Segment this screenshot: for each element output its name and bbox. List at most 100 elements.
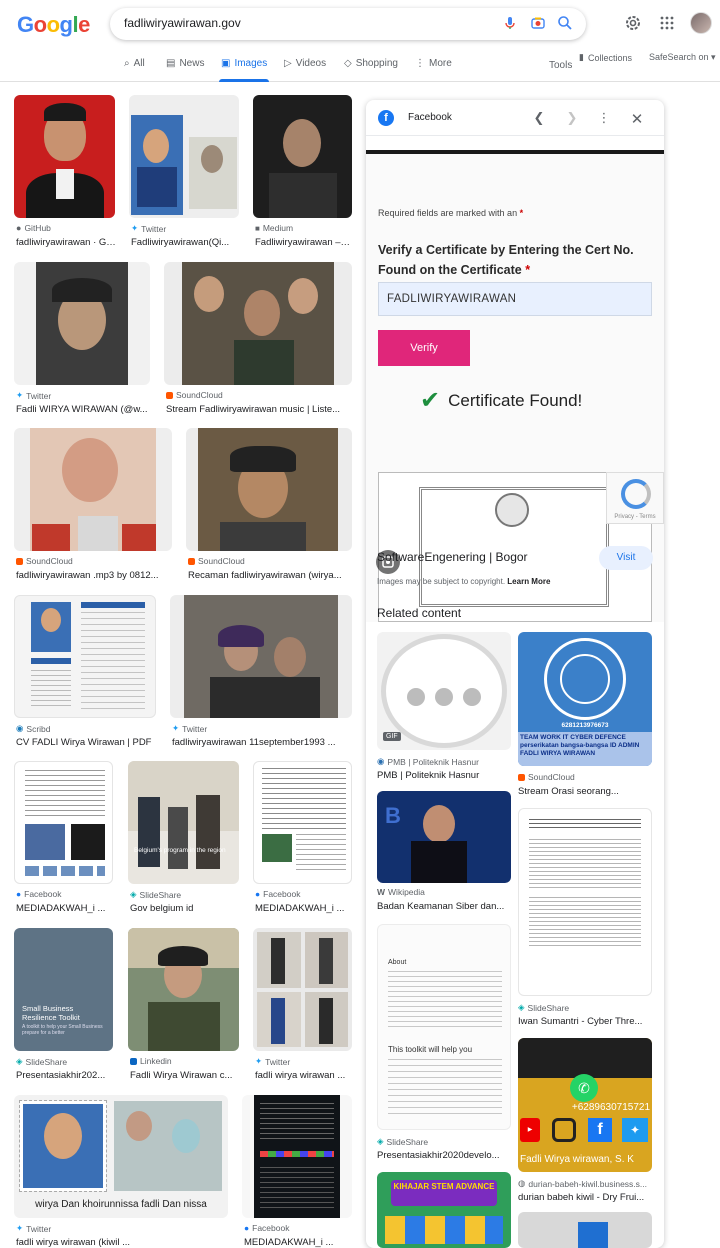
- result-thumbnail[interactable]: [170, 595, 352, 718]
- image-result[interactable]: Linkedin Fadli Wirya Wirawan c...: [128, 928, 240, 1081]
- result-title[interactable]: CV FADLI Wirya Wirawan | PDF: [16, 737, 156, 748]
- result-thumbnail[interactable]: [129, 95, 239, 218]
- related-thumbnail[interactable]: [518, 808, 652, 996]
- related-title[interactable]: Stream Orasi seorang...: [518, 786, 652, 797]
- related-item[interactable]: 6281213976673 TEAM WORK IT CYBER DEFENCE…: [518, 632, 652, 798]
- image-result[interactable]: ● Facebook MEDIADAKWAH_i ...: [242, 1095, 352, 1248]
- result-title[interactable]: Presentasiakhir202...: [16, 1070, 114, 1081]
- image-result[interactable]: ◉ Scribd CV FADLI Wirya Wirawan | PDF: [14, 595, 156, 748]
- image-result[interactable]: ■Medium Fadliwiryawirawan – Medium: [253, 95, 353, 253]
- tab-shopping[interactable]: ◇ Shopping: [344, 58, 398, 69]
- related-item[interactable]: ✆ +6289630715721 ▶ f ✦ Fadli Wirya wiraw…: [518, 1038, 652, 1203]
- header: Google fadliwiryawirawan.gov ⌕ All ▤ News …: [0, 0, 720, 82]
- image-result[interactable]: wirya Dan khoirunnissa fadli Dan nissa ✦…: [14, 1095, 228, 1248]
- related-title[interactable]: Presentasiakhir2020develo...: [377, 1150, 511, 1161]
- result-title[interactable]: fadliwiryawirawan 11september1993 ...: [172, 737, 352, 748]
- result-thumbnail[interactable]: [164, 262, 352, 385]
- result-title[interactable]: fadli wirya wirawan (kiwil ...: [16, 1237, 228, 1248]
- result-title[interactable]: fadli wirya wirawan ...: [255, 1070, 353, 1081]
- image-result[interactable]: ✦ Twitter fadliwiryawirawan 11september19…: [170, 595, 352, 748]
- tab-all[interactable]: ⌕ All: [124, 58, 145, 69]
- more-vert-icon[interactable]: ⋮: [597, 110, 611, 126]
- result-title[interactable]: Fadliwiryawirawan(Qi...: [131, 237, 239, 248]
- image-result[interactable]: ✦ Twitter fadli wirya wirawan ...: [253, 928, 353, 1081]
- image-result[interactable]: ✦ Twitter Fadli WIRYA WIRAWAN (@w...: [14, 262, 150, 415]
- safesearch-dropdown[interactable]: SafeSearch on ▾: [649, 52, 716, 63]
- result-title[interactable]: MEDIADAKWAH_i ...: [16, 903, 114, 914]
- result-thumbnail[interactable]: [14, 95, 115, 218]
- result-title[interactable]: fadliwiryawirawan · GitHub: [16, 237, 116, 248]
- search-input[interactable]: fadliwiryawirawan.gov: [124, 16, 241, 30]
- result-title[interactable]: MEDIADAKWAH_i ...: [255, 903, 353, 914]
- result-thumbnail[interactable]: [242, 1095, 352, 1218]
- apps-grid-icon[interactable]: [658, 14, 676, 32]
- close-icon[interactable]: ✕: [630, 110, 644, 128]
- result-thumbnail[interactable]: [14, 595, 156, 718]
- result-title[interactable]: MEDIADAKWAH_i ...: [244, 1237, 352, 1248]
- related-thumbnail[interactable]: About This toolkit will help you: [377, 924, 511, 1130]
- tab-videos[interactable]: ▷ Videos: [284, 58, 326, 69]
- related-item[interactable]: KIHAJAR STEM ADVANCE: [377, 1172, 511, 1248]
- related-item[interactable]: GIF ◉ PMB | Politeknik Hasnur PMB | Polit…: [377, 632, 511, 782]
- related-thumbnail[interactable]: ✆ +6289630715721 ▶ f ✦ Fadli Wirya wiraw…: [518, 1038, 652, 1172]
- result-thumbnail[interactable]: [253, 761, 352, 884]
- result-thumbnail[interactable]: wirya Dan khoirunnissa fadli Dan nissa: [14, 1095, 228, 1218]
- result-title[interactable]: Gov belgium id: [130, 903, 240, 914]
- image-result[interactable]: SoundCloud Stream Fadliwiryawirawan musi…: [164, 262, 352, 415]
- result-thumbnail[interactable]: [14, 428, 172, 551]
- result-title[interactable]: fadliwiryawirawan .mp3 by 0812...: [16, 570, 172, 581]
- microphone-icon[interactable]: [502, 15, 518, 31]
- related-item[interactable]: [518, 1212, 652, 1248]
- tab-images[interactable]: ▣ Images: [221, 58, 267, 69]
- settings-gear-icon[interactable]: [624, 14, 642, 32]
- chevron-left-icon[interactable]: ❮: [532, 110, 546, 126]
- image-result[interactable]: ●GitHub fadliwiryawirawan · GitHub: [14, 95, 116, 253]
- related-thumbnail[interactable]: GIF: [377, 632, 511, 750]
- account-avatar[interactable]: [690, 12, 712, 34]
- related-title[interactable]: Badan Keamanan Siber dan...: [377, 901, 511, 912]
- google-logo[interactable]: Google: [17, 12, 90, 38]
- related-thumbnail[interactable]: [518, 1212, 652, 1248]
- result-title[interactable]: Fadli Wirya Wirawan c...: [130, 1070, 240, 1081]
- search-icon[interactable]: [557, 15, 573, 31]
- related-title[interactable]: Iwan Sumantri - Cyber Thre...: [518, 1016, 652, 1027]
- result-thumbnail[interactable]: [14, 761, 113, 884]
- visit-button[interactable]: Visit: [599, 546, 653, 570]
- result-thumbnail[interactable]: Small Business Resilience Toolkit A tool…: [14, 928, 113, 1051]
- image-result[interactable]: ● Facebook MEDIADAKWAH_i ...: [253, 761, 353, 914]
- result-thumbnail[interactable]: Belgium's program in the region: [128, 761, 239, 884]
- image-result[interactable]: Belgium's program in the region ◈ SlideSh…: [128, 761, 240, 914]
- image-result[interactable]: Small Business Resilience Toolkit A tool…: [14, 928, 114, 1081]
- result-title[interactable]: Fadli WIRYA WIRAWAN (@w...: [16, 404, 150, 415]
- related-thumbnail[interactable]: B: [377, 791, 511, 883]
- camera-lens-icon[interactable]: [530, 15, 546, 31]
- tab-more[interactable]: ⋮ More: [415, 58, 452, 69]
- site-name[interactable]: SoftwareEngenering | Bogor: [377, 550, 528, 564]
- image-result[interactable]: ✦ Twitter Fadliwiryawirawan(Qi...: [129, 95, 239, 253]
- related-item[interactable]: ◈ SlideShare Iwan Sumantri - Cyber Thre..…: [518, 808, 652, 1030]
- related-item[interactable]: B W Wikipedia Badan Keamanan Siber dan...: [377, 791, 511, 913]
- related-title[interactable]: durian babeh kiwil - Dry Frui...: [518, 1192, 652, 1203]
- result-thumbnail[interactable]: [14, 262, 150, 385]
- search-box[interactable]: fadliwiryawirawan.gov: [110, 8, 586, 40]
- collections-button[interactable]: ▮ Collections: [579, 52, 632, 63]
- result-thumbnail[interactable]: [186, 428, 352, 551]
- tools-button[interactable]: Tools: [549, 60, 572, 71]
- result-title[interactable]: Stream Fadliwiryawirawan music | Liste..…: [166, 404, 352, 415]
- panel-source[interactable]: Facebook: [408, 112, 452, 123]
- tab-news[interactable]: ▤ News: [166, 58, 204, 69]
- result-title[interactable]: Recaman fadliwiryawirawan (wirya...: [188, 570, 352, 581]
- result-title[interactable]: Fadliwiryawirawan – Medium: [255, 237, 351, 248]
- chevron-right-icon[interactable]: ❯: [565, 110, 579, 126]
- result-thumbnail[interactable]: [253, 928, 352, 1051]
- related-thumbnail[interactable]: 6281213976673 TEAM WORK IT CYBER DEFENCE…: [518, 632, 652, 766]
- result-thumbnail[interactable]: [253, 95, 352, 218]
- result-thumbnail[interactable]: [128, 928, 239, 1051]
- related-thumbnail[interactable]: KIHAJAR STEM ADVANCE: [377, 1172, 511, 1248]
- image-result[interactable]: SoundCloud fadliwiryawirawan .mp3 by 081…: [14, 428, 172, 581]
- image-result[interactable]: ● Facebook MEDIADAKWAH_i ...: [14, 761, 114, 914]
- learn-more-link[interactable]: Learn More: [507, 577, 550, 586]
- image-result[interactable]: SoundCloud Recaman fadliwiryawirawan (wi…: [186, 428, 352, 581]
- related-title[interactable]: PMB | Politeknik Hasnur: [377, 770, 511, 781]
- related-item[interactable]: About This toolkit will help you ◈ SlideS…: [377, 924, 511, 1164]
